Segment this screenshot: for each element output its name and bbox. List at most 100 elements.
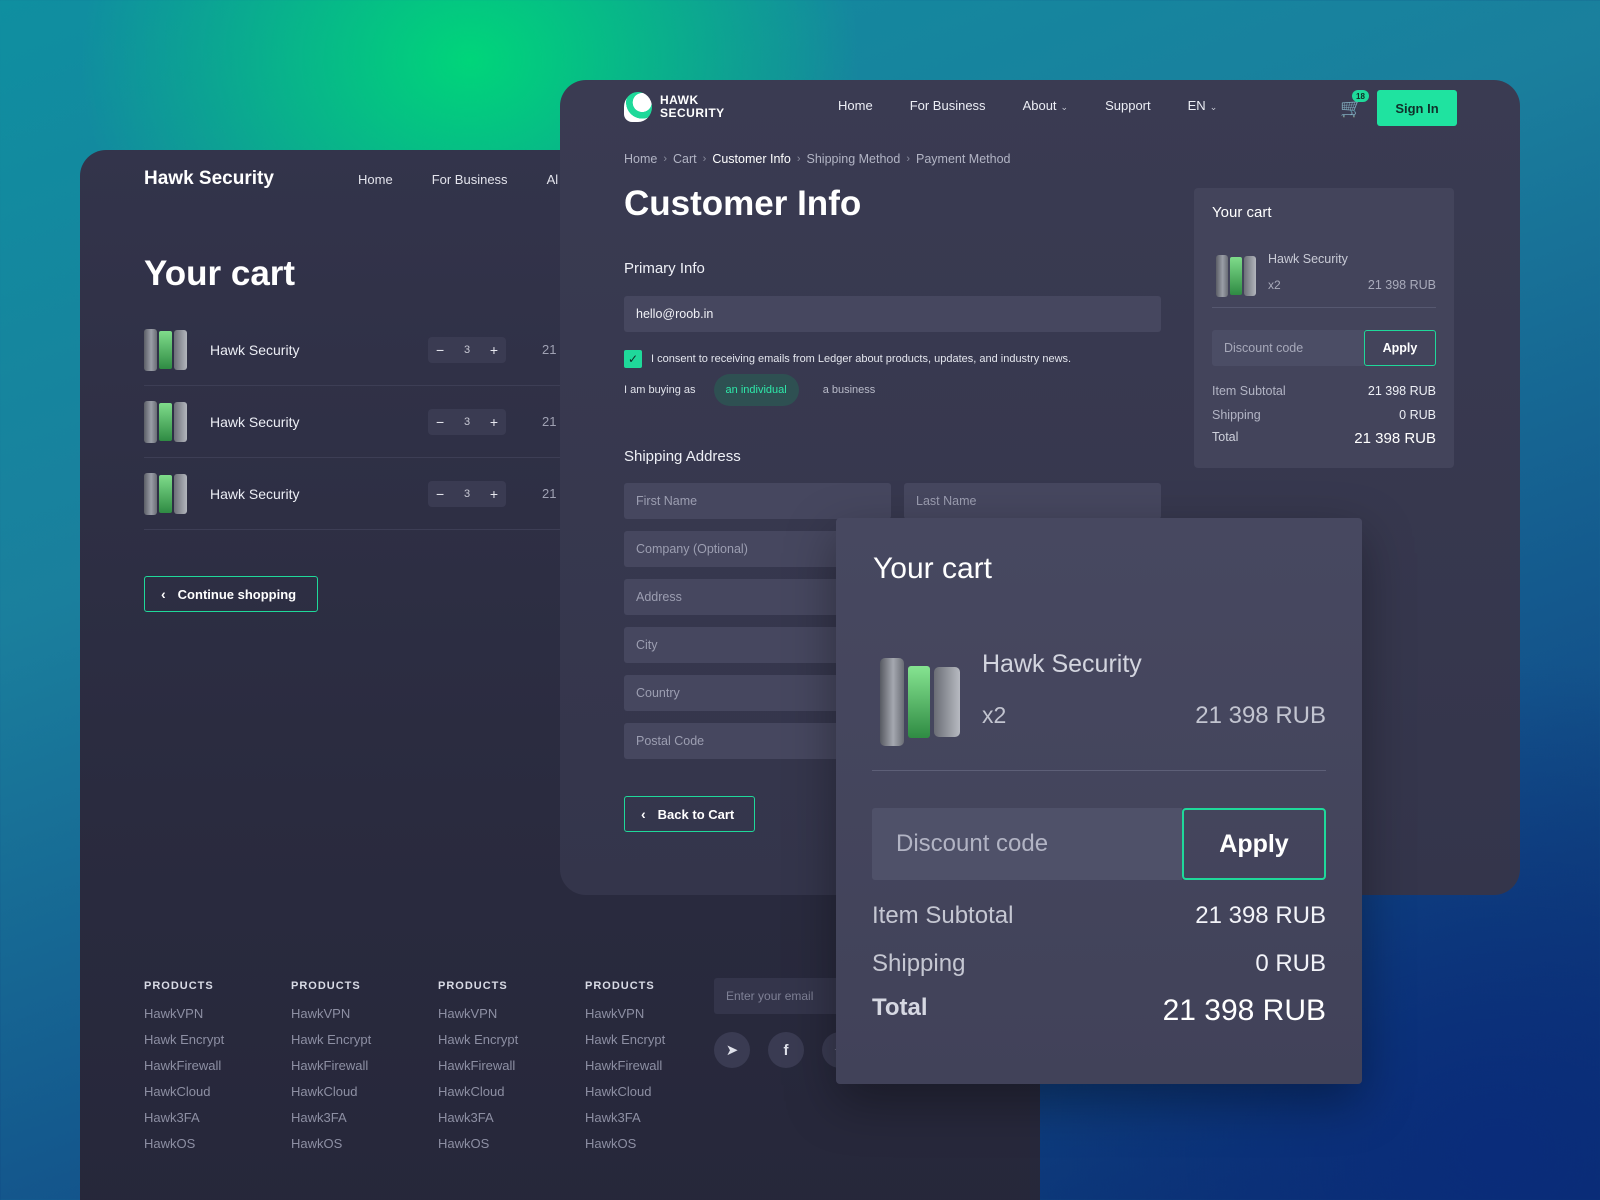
subtotal-value: 21 398 RUB bbox=[1195, 902, 1326, 929]
item-quantity: x2 bbox=[1268, 278, 1281, 292]
breadcrumb-customer-info: Customer Info bbox=[712, 152, 791, 166]
nav-for-business[interactable]: For Business bbox=[910, 98, 986, 113]
footer-link[interactable]: HawkVPN bbox=[585, 1006, 725, 1021]
divider bbox=[872, 770, 1326, 771]
footer-link[interactable]: HawkCloud bbox=[144, 1084, 284, 1099]
email-field[interactable]: hello@roob.in bbox=[624, 296, 1161, 332]
apply-button[interactable]: Apply bbox=[1182, 808, 1326, 880]
footer-link[interactable]: HawkOS bbox=[585, 1136, 725, 1151]
total-value: 21 398 RUB bbox=[1162, 994, 1326, 1027]
facebook-icon[interactable]: f bbox=[768, 1032, 804, 1068]
product-name: Hawk Security bbox=[982, 650, 1142, 678]
logo[interactable]: HAWK SECURITY bbox=[624, 92, 725, 122]
cart-item-row: Hawk Security − 3 + 21 : bbox=[144, 386, 624, 458]
footer-column: PRODUCTS HawkVPN Hawk Encrypt HawkFirewa… bbox=[438, 980, 578, 1162]
footer-link[interactable]: Hawk Encrypt bbox=[438, 1032, 578, 1047]
plus-icon[interactable]: + bbox=[490, 414, 498, 430]
footer-link[interactable]: HawkFirewall bbox=[438, 1058, 578, 1073]
product-image bbox=[1216, 254, 1256, 298]
main-nav: Home For Business About ⌄ Support EN ⌄ bbox=[838, 98, 1217, 113]
breadcrumb-cart[interactable]: Cart bbox=[673, 152, 697, 166]
quantity-value[interactable]: 3 bbox=[464, 488, 470, 500]
nav-for-business[interactable]: For Business bbox=[432, 172, 508, 187]
discount-code-input[interactable]: Discount code bbox=[872, 808, 1182, 880]
shipping-label: Shipping bbox=[872, 950, 966, 977]
first-name-field[interactable]: First Name bbox=[624, 483, 891, 519]
apply-button[interactable]: Apply bbox=[1364, 330, 1436, 366]
shipping-value: 0 RUB bbox=[1399, 408, 1436, 422]
shipping-value: 0 RUB bbox=[1255, 950, 1326, 977]
nav-support[interactable]: Support bbox=[1105, 98, 1151, 113]
option-individual[interactable]: an individual bbox=[713, 374, 799, 406]
footer-link[interactable]: HawkCloud bbox=[291, 1084, 431, 1099]
plus-icon[interactable]: + bbox=[490, 486, 498, 502]
consent-label: I consent to receiving emails from Ledge… bbox=[651, 353, 1072, 365]
footer-link[interactable]: Hawk Encrypt bbox=[585, 1032, 725, 1047]
page-title: Customer Info bbox=[624, 184, 862, 223]
footer-link[interactable]: HawkFirewall bbox=[585, 1058, 725, 1073]
brand-name[interactable]: Hawk Security bbox=[144, 168, 274, 190]
language-label: EN bbox=[1187, 98, 1206, 113]
sign-in-button[interactable]: Sign In bbox=[1377, 90, 1457, 126]
back-to-cart-label: Back to Cart bbox=[657, 806, 735, 822]
minus-icon[interactable]: − bbox=[436, 414, 444, 430]
product-image bbox=[880, 654, 966, 750]
footer-link[interactable]: HawkOS bbox=[438, 1136, 578, 1151]
footer-link[interactable]: Hawk3FA bbox=[144, 1110, 284, 1125]
breadcrumb-payment-method[interactable]: Payment Method bbox=[916, 152, 1011, 166]
product-name: Hawk Security bbox=[210, 485, 300, 502]
footer-link[interactable]: HawkFirewall bbox=[291, 1058, 431, 1073]
consent-checkbox[interactable]: ✓ bbox=[624, 350, 642, 368]
item-price: 21 398 RUB bbox=[1367, 278, 1436, 292]
quantity-value[interactable]: 3 bbox=[464, 416, 470, 428]
minus-icon[interactable]: − bbox=[436, 486, 444, 502]
chevron-left-icon: ‹ bbox=[161, 586, 166, 602]
buying-as-label: I am buying as bbox=[624, 384, 696, 396]
footer-link[interactable]: HawkVPN bbox=[144, 1006, 284, 1021]
last-name-field[interactable]: Last Name bbox=[904, 483, 1161, 519]
nav-home[interactable]: Home bbox=[838, 98, 873, 113]
footer-link[interactable]: HawkCloud bbox=[438, 1084, 578, 1099]
footer-link[interactable]: HawkVPN bbox=[291, 1006, 431, 1021]
total-label: Total bbox=[872, 994, 928, 1021]
footer-link[interactable]: Hawk Encrypt bbox=[291, 1032, 431, 1047]
back-to-cart-button[interactable]: ‹ Back to Cart bbox=[624, 796, 755, 832]
cart-summary-zoom: Your cart Hawk Security x2 21 398 RUB Di… bbox=[836, 518, 1362, 1084]
chevron-right-icon: › bbox=[796, 153, 801, 165]
footer-link[interactable]: Hawk Encrypt bbox=[144, 1032, 284, 1047]
footer-link[interactable]: HawkVPN bbox=[438, 1006, 578, 1021]
total-label: Total bbox=[1212, 430, 1239, 444]
product-image bbox=[144, 400, 188, 444]
continue-shopping-button[interactable]: ‹ Continue shopping bbox=[144, 576, 318, 612]
nav-home[interactable]: Home bbox=[358, 172, 393, 187]
chevron-down-icon: ⌄ bbox=[1209, 102, 1218, 112]
subtotal-row: Item Subtotal 21 398 RUB bbox=[1212, 384, 1436, 398]
breadcrumb: Home › Cart › Customer Info › Shipping M… bbox=[624, 152, 1011, 166]
discount-code-input[interactable]: Discount code bbox=[1212, 330, 1364, 366]
footer-link[interactable]: HawkFirewall bbox=[144, 1058, 284, 1073]
option-business[interactable]: a business bbox=[817, 384, 882, 396]
footer-link[interactable]: Hawk3FA bbox=[291, 1110, 431, 1125]
cart-summary-title: Your cart bbox=[1212, 204, 1272, 221]
chevron-right-icon: › bbox=[906, 153, 910, 165]
buyer-type-selector: I am buying as an individual a business bbox=[624, 374, 881, 406]
language-select[interactable]: EN ⌄ bbox=[1188, 98, 1218, 113]
footer-link[interactable]: HawkOS bbox=[144, 1136, 284, 1151]
primary-info-heading: Primary Info bbox=[624, 260, 705, 277]
footer-link[interactable]: Hawk3FA bbox=[438, 1110, 578, 1125]
footer-link[interactable]: HawkCloud bbox=[585, 1084, 725, 1099]
continue-shopping-label: Continue shopping bbox=[177, 586, 297, 602]
breadcrumb-shipping-method[interactable]: Shipping Method bbox=[807, 152, 901, 166]
plus-icon[interactable]: + bbox=[490, 342, 498, 358]
footer-link[interactable]: HawkOS bbox=[291, 1136, 431, 1151]
minus-icon[interactable]: − bbox=[436, 342, 444, 358]
nav-about[interactable]: Al bbox=[547, 172, 559, 187]
breadcrumb-home[interactable]: Home bbox=[624, 152, 657, 166]
footer-link[interactable]: Hawk3FA bbox=[585, 1110, 725, 1125]
telegram-icon[interactable]: ➤ bbox=[714, 1032, 750, 1068]
nav-about[interactable]: About ⌄ bbox=[1023, 98, 1069, 113]
consent-row: ✓ I consent to receiving emails from Led… bbox=[624, 350, 1071, 368]
quantity-stepper: − 3 + bbox=[428, 408, 506, 435]
product-name: Hawk Security bbox=[210, 341, 300, 358]
quantity-value[interactable]: 3 bbox=[464, 344, 470, 356]
